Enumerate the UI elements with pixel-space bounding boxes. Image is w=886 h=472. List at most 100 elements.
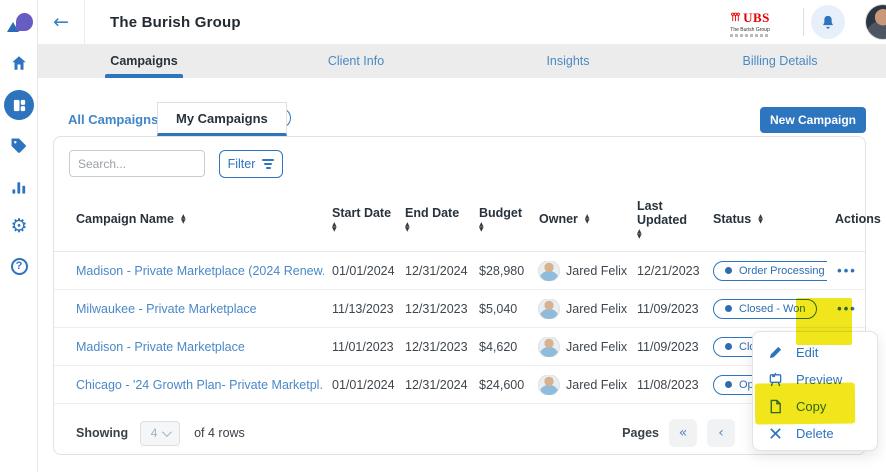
sidebar-item-tags[interactable] xyxy=(0,131,38,161)
status-cell: Order Processing xyxy=(705,261,827,281)
ubs-logo: UBS The Burish Group xyxy=(700,6,800,40)
sort-icon[interactable]: ▲▼ xyxy=(332,222,337,232)
filter-label: Filter xyxy=(228,157,256,171)
budget-cell: $4,620 xyxy=(471,340,531,354)
table-footer: Showing 4 of 4 rows Pages « ‹ xyxy=(54,411,865,455)
last-updated-cell: 11/08/2023 xyxy=(629,378,705,392)
end-date-cell: 12/31/2024 xyxy=(397,378,471,392)
filter-button[interactable]: Filter xyxy=(219,150,283,178)
new-campaign-button[interactable]: New Campaign xyxy=(760,107,866,133)
search-input[interactable] xyxy=(69,150,205,177)
sort-icon[interactable]: ▲▼ xyxy=(585,214,590,224)
status-dot-icon xyxy=(725,305,732,312)
end-date-cell: 12/31/2023 xyxy=(397,340,471,354)
row-actions-button[interactable]: ••• xyxy=(827,263,865,278)
owner-avatar xyxy=(539,261,559,281)
menu-item-delete[interactable]: Delete xyxy=(753,420,877,447)
tab-client-info[interactable]: Client Info xyxy=(250,44,462,78)
start-date-cell: 11/01/2023 xyxy=(324,340,397,354)
end-date-cell: 12/31/2024 xyxy=(397,264,471,278)
page-size-value: 4 xyxy=(151,426,158,440)
menu-item-preview[interactable]: Preview xyxy=(753,366,877,393)
tab-insights[interactable]: Insights xyxy=(462,44,674,78)
top-header: ← The Burish Group UBS The Burish Group xyxy=(38,0,886,44)
subtab-my-campaigns[interactable]: My Campaigns xyxy=(157,102,287,136)
app-logo xyxy=(7,13,33,33)
budget-cell: $28,980 xyxy=(471,264,531,278)
active-indicator xyxy=(4,90,34,120)
tab-label: Billing Details xyxy=(742,54,817,68)
ubs-keys-icon xyxy=(730,12,741,23)
help-icon: ? xyxy=(11,258,28,275)
filter-icon xyxy=(262,159,274,169)
table-row: Milwaukee - Private Marketplace 11/13/20… xyxy=(54,290,865,328)
last-updated-cell: 11/09/2023 xyxy=(629,302,705,316)
col-end-date[interactable]: End Date ▲▼ xyxy=(397,206,471,232)
pages-label: Pages xyxy=(622,426,659,440)
sort-icon[interactable]: ▲▼ xyxy=(405,222,410,232)
sidebar-item-analytics[interactable] xyxy=(0,171,38,201)
sidebar-item-dashboard-active[interactable] xyxy=(0,90,38,120)
sort-icon[interactable]: ▲▼ xyxy=(181,214,186,224)
arrow-left-icon: ← xyxy=(53,11,69,33)
start-date-cell: 01/01/2024 xyxy=(324,378,397,392)
tab-label: Client Info xyxy=(328,54,384,68)
budget-cell: $24,600 xyxy=(471,378,531,392)
back-button[interactable]: ← xyxy=(38,0,85,44)
campaign-name-link[interactable]: Chicago - '24 Growth Plan- Private Marke… xyxy=(54,378,324,392)
end-date-cell: 12/31/2023 xyxy=(397,302,471,316)
campaigns-panel: Filter Campaign Name ▲▼ Start Date ▲▼ En… xyxy=(53,136,866,455)
owner-cell: Jared Felix xyxy=(531,261,629,281)
subtab-all-campaigns[interactable]: All Campaigns xyxy=(68,104,158,134)
col-budget[interactable]: Budget ▲▼ xyxy=(471,206,531,232)
col-start-date[interactable]: Start Date ▲▼ xyxy=(324,206,397,232)
table-row: Madison - Private Marketplace 11/01/2023… xyxy=(54,328,865,366)
col-last-updated[interactable]: Last Updated ▲▼ xyxy=(629,199,705,239)
owner-cell: Jared Felix xyxy=(531,375,629,395)
status-dot-icon xyxy=(725,267,732,274)
first-page-button[interactable]: « xyxy=(669,419,697,447)
owner-avatar xyxy=(539,299,559,319)
status-badge: Closed - Won xyxy=(713,299,817,319)
sidebar-item-help[interactable]: ? xyxy=(0,251,38,281)
sort-icon[interactable]: ▲▼ xyxy=(637,229,642,239)
col-campaign-name[interactable]: Campaign Name ▲▼ xyxy=(54,212,324,226)
col-status[interactable]: Status ▲▼ xyxy=(705,212,827,226)
campaign-name-link[interactable]: Madison - Private Marketplace xyxy=(54,340,324,354)
ubs-wordmark: UBS xyxy=(743,10,770,26)
showing-label: Showing xyxy=(76,426,128,440)
menu-item-edit[interactable]: Edit xyxy=(753,339,877,366)
active-tab-underline xyxy=(105,74,183,78)
owner-avatar xyxy=(539,337,559,357)
last-updated-cell: 12/21/2023 xyxy=(629,264,705,278)
tab-campaigns[interactable]: Campaigns xyxy=(38,44,250,78)
last-updated-cell: 11/09/2023 xyxy=(629,340,705,354)
sidebar-item-home[interactable] xyxy=(0,48,38,78)
sort-icon[interactable]: ▲▼ xyxy=(758,214,763,224)
prev-page-button[interactable]: ‹ xyxy=(707,419,735,447)
x-icon xyxy=(768,427,783,440)
pencil-icon xyxy=(768,345,783,360)
start-date-cell: 11/13/2023 xyxy=(324,302,397,316)
status-dot-icon xyxy=(725,381,732,388)
row-actions-context-menu: Edit Preview Copy Delete xyxy=(752,331,878,451)
owner-cell: Jared Felix xyxy=(531,337,629,357)
sidebar-item-settings[interactable]: ⚙ xyxy=(0,211,38,241)
notifications-button[interactable] xyxy=(811,5,845,39)
tab-billing-details[interactable]: Billing Details xyxy=(674,44,886,78)
page-size-select[interactable]: 4 xyxy=(140,421,180,446)
dashboard-icon xyxy=(12,98,27,113)
home-icon xyxy=(10,54,28,72)
table-row: Madison - Private Marketplace (2024 Rene… xyxy=(54,252,865,290)
campaign-name-link[interactable]: Madison - Private Marketplace (2024 Rene… xyxy=(54,264,324,278)
status-cell: Closed - Won xyxy=(705,299,827,319)
start-date-cell: 01/01/2024 xyxy=(324,264,397,278)
user-avatar[interactable] xyxy=(866,5,886,39)
col-owner[interactable]: Owner ▲▼ xyxy=(531,212,629,226)
row-count-label: of 4 rows xyxy=(194,426,245,440)
menu-item-copy[interactable]: Copy xyxy=(753,393,877,420)
sort-icon[interactable]: ▲▼ xyxy=(479,222,484,232)
ubs-subtext-bar xyxy=(730,34,770,37)
campaign-name-link[interactable]: Milwaukee - Private Marketplace xyxy=(54,302,324,316)
row-actions-button-open[interactable]: ••• xyxy=(827,301,865,316)
